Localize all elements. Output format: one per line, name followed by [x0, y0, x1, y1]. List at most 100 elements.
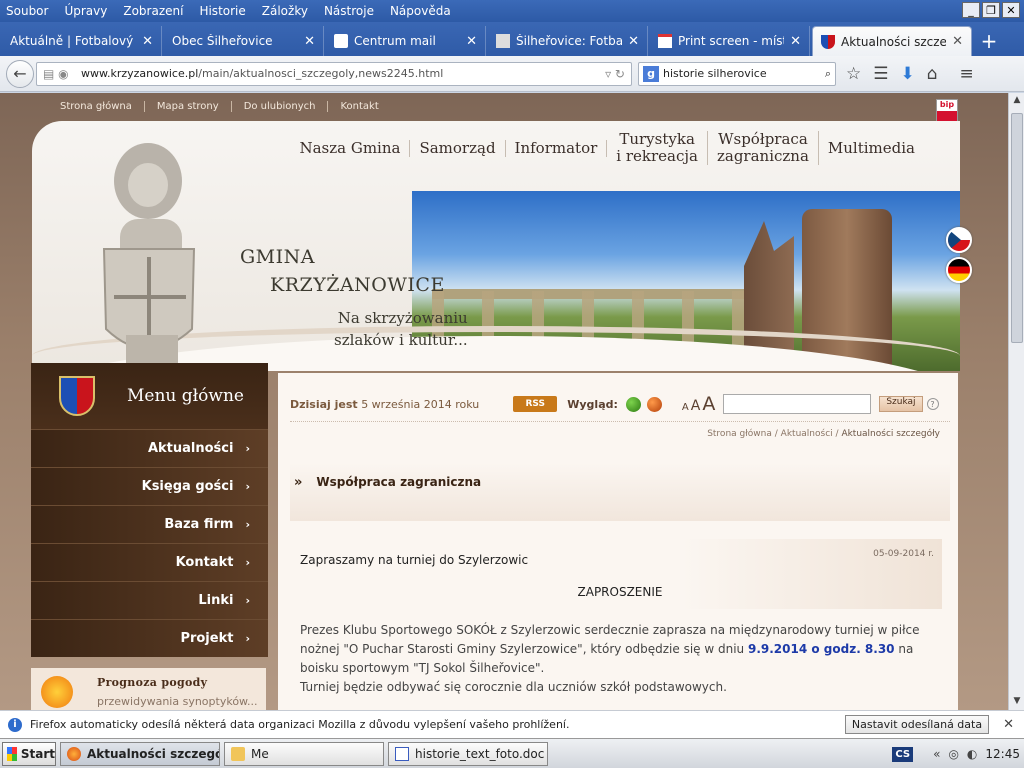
menu-icon[interactable]: ≡	[960, 64, 974, 84]
breadcrumb-current: Aktualności szczegóły	[841, 429, 940, 439]
czech-flag-icon[interactable]	[946, 227, 972, 253]
nav-informator[interactable]: Informator	[506, 139, 608, 157]
topnav-favorites[interactable]: Do ulubionych	[232, 100, 329, 112]
home-icon[interactable]: ⌂	[927, 64, 938, 84]
tab-label: Centrum mail	[354, 34, 436, 48]
search-input[interactable]: historie silherovice	[663, 67, 825, 80]
tab-aktualnosci[interactable]: Aktualności szczeg... ✕	[812, 26, 972, 56]
site-search-input[interactable]	[723, 394, 872, 414]
sidebar-item-aktualnosci[interactable]: Aktualności ›	[31, 429, 268, 467]
download-icon[interactable]: ⬇	[901, 64, 915, 84]
menu-upravy[interactable]: Úpravy	[64, 4, 107, 18]
breadcrumb-home[interactable]: Strona główna	[707, 429, 772, 439]
topnav-sitemap[interactable]: Mapa strony	[145, 100, 232, 112]
close-window-icon[interactable]: ✕	[1002, 2, 1020, 18]
folder-icon	[231, 746, 245, 761]
tray-expand-icon[interactable]: «	[933, 747, 940, 761]
menu-nastroje[interactable]: Nástroje	[324, 4, 374, 18]
bookmark-star-icon[interactable]: ☆	[846, 64, 861, 84]
menu-napoveda[interactable]: Nápověda	[390, 4, 451, 18]
close-tab-icon[interactable]: ✕	[142, 34, 153, 49]
sidebar-title: Menu główne	[127, 386, 244, 406]
nav-turystyka[interactable]: Turystyka i rekreacja	[607, 131, 708, 165]
breadcrumb: Strona główna / Aktualności / Aktualnośc…	[707, 429, 940, 439]
network-icon[interactable]: ◎	[948, 747, 958, 761]
green-theme-icon[interactable]	[625, 396, 641, 412]
close-tab-icon[interactable]: ✕	[952, 34, 963, 49]
search-bar[interactable]: g historie silherovice ⌕	[638, 61, 836, 86]
menu-zalozky[interactable]: Záložky	[262, 4, 308, 18]
rss-icon[interactable]: RSS	[513, 396, 558, 412]
article-heading: ZAPROSZENIE	[577, 585, 663, 599]
start-button[interactable]: Start	[2, 741, 56, 766]
scroll-up-icon[interactable]: ▲	[1011, 95, 1023, 107]
weather-box[interactable]: Prognoza pogody przewidywania synoptyków…	[31, 668, 266, 710]
google-icon[interactable]: g	[643, 65, 659, 82]
nav-wspolpraca[interactable]: Współpraca zagraniczna	[708, 131, 819, 165]
topnav-contact[interactable]: Kontakt	[328, 101, 390, 112]
article-title: Zapraszamy na turniej do Szylerzowic	[300, 553, 529, 567]
close-tab-icon[interactable]: ✕	[790, 34, 801, 49]
search-button[interactable]: Szukaj	[879, 396, 923, 412]
double-chevron-icon: »	[294, 475, 303, 490]
new-tab-icon[interactable]: +	[974, 26, 1004, 56]
font-large-button[interactable]: A	[702, 393, 715, 415]
topnav-home[interactable]: Strona główna	[48, 100, 145, 112]
url-bar[interactable]: ▤ ◉ www.krzyzanowice.pl/main/aktualnosci…	[36, 61, 632, 86]
font-medium-button[interactable]: A	[691, 398, 701, 414]
font-small-button[interactable]: A	[682, 402, 689, 413]
nav-nasza-gmina[interactable]: Nasza Gmina	[290, 139, 411, 157]
tab-silherovice-fotbal[interactable]: Šilheřovice: Fotbal ... ✕	[488, 26, 648, 56]
data-settings-button[interactable]: Nastavit odesílaná data	[844, 715, 990, 734]
sidebar-menu: Menu główne Aktualności › Księga gości › B…	[31, 363, 268, 657]
language-indicator[interactable]: CS	[892, 746, 914, 762]
dropdown-reload-icon[interactable]: ▿ ↻	[605, 67, 625, 81]
sidebar-item-baza-firm[interactable]: Baza firm ›	[31, 505, 268, 543]
task-word-doc[interactable]: historie_text_foto.doc - ...	[388, 741, 548, 766]
article-body: Prezes Klubu Sportowego SOKÓŁ z Szylerzo…	[300, 623, 920, 694]
clock[interactable]: 12:45	[985, 747, 1020, 761]
sidebar-item-projekt[interactable]: Projekt ›	[31, 619, 268, 657]
back-icon[interactable]: ←	[6, 59, 34, 88]
breadcrumb-aktualnosci[interactable]: Aktualności	[781, 429, 833, 439]
taskbar: Start Aktualności szczegół... Me histori…	[0, 738, 1024, 768]
sidebar-item-linki[interactable]: Linki ›	[31, 581, 268, 619]
reader-icon[interactable]: ☰	[873, 64, 888, 84]
scrollbar-thumb[interactable]	[1011, 113, 1023, 343]
page-viewport: Strona główna Mapa strony Do ulubionych …	[0, 93, 1008, 710]
tab-centrum-mail[interactable]: Centrum mail ✕	[326, 26, 486, 56]
nav-multimedia[interactable]: Multimedia	[819, 139, 924, 157]
volume-icon[interactable]: ◐	[967, 747, 977, 761]
orange-theme-icon[interactable]	[646, 396, 662, 412]
tab-aktualne[interactable]: Aktuálně | Fotbalový kl... ✕	[2, 26, 162, 56]
menu-zobrazeni[interactable]: Zobrazení	[123, 4, 183, 18]
nav-samorzad[interactable]: Samorząd	[410, 139, 506, 157]
minimize-icon[interactable]: _	[962, 2, 980, 18]
restore-icon[interactable]: ❐	[982, 2, 1000, 18]
site-identity-icon[interactable]: ▤ ◉	[43, 67, 81, 81]
news-article: 05-09-2014 r. Zapraszamy na turniej do S…	[290, 539, 950, 694]
tab-obec-silherovice[interactable]: Obec Šilheřovice ✕	[164, 26, 324, 56]
close-icon[interactable]: ✕	[1003, 717, 1014, 732]
sidebar-item-ksiega-gosci[interactable]: Księga gości ›	[31, 467, 268, 505]
tab-print-screen[interactable]: Print screen - místo... ✕	[650, 26, 810, 56]
bip-icon[interactable]: bip	[936, 99, 958, 123]
close-tab-icon[interactable]: ✕	[628, 34, 639, 49]
vertical-scrollbar[interactable]: ▲ ▼	[1008, 93, 1024, 710]
menu-soubor[interactable]: Soubor	[6, 4, 48, 18]
menu-historie[interactable]: Historie	[199, 4, 245, 18]
task-me-folder[interactable]: Me	[224, 741, 384, 766]
firefox-icon	[67, 746, 81, 761]
german-flag-icon[interactable]	[946, 257, 972, 283]
close-tab-icon[interactable]: ✕	[304, 34, 315, 49]
scroll-down-icon[interactable]: ▼	[1011, 696, 1023, 708]
help-icon[interactable]: ?	[926, 398, 939, 410]
document-icon	[395, 746, 409, 761]
sidebar-item-kontakt[interactable]: Kontakt ›	[31, 543, 268, 581]
tab-label: Aktuálně | Fotbalový kl...	[10, 34, 136, 48]
search-icon[interactable]: ⌕	[825, 67, 831, 81]
task-firefox[interactable]: Aktualności szczegół...	[60, 741, 220, 766]
coat-of-arms-icon	[821, 34, 835, 49]
close-tab-icon[interactable]: ✕	[466, 34, 477, 49]
tab-label: Obec Šilheřovice	[172, 34, 273, 48]
